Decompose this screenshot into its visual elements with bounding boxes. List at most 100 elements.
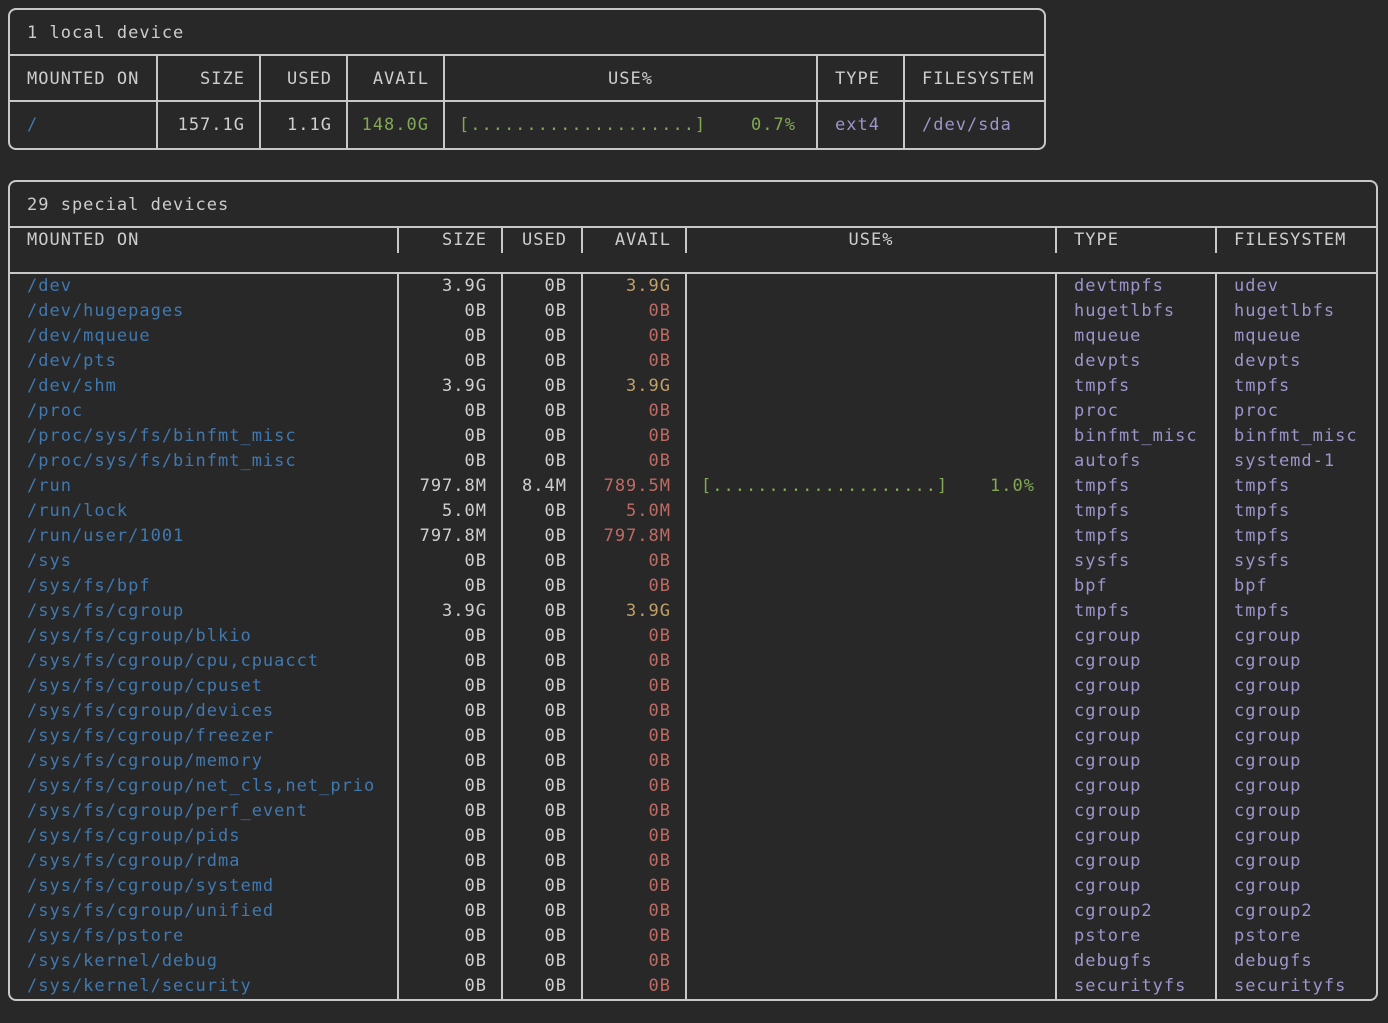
use-percent-cell [687, 799, 1057, 824]
type-cell: cgroup [1057, 724, 1217, 749]
table-row: / 157.1G 1.1G 148.0G [..................… [10, 102, 1044, 148]
mounted-on-cell: /sys/fs/pstore [10, 924, 399, 949]
local-devices-title: 1 local device [10, 10, 1044, 56]
filesystem-cell: tmpfs [1217, 374, 1376, 399]
avail-cell: 0B [583, 724, 687, 749]
avail-cell: 0B [583, 749, 687, 774]
size-cell: 0B [399, 824, 503, 849]
avail-cell: 0B [583, 624, 687, 649]
table-row: /dev/hugepages 0B 0B 0B hugetlbfs hugetl… [10, 299, 1376, 324]
avail-cell: 0B [583, 574, 687, 599]
type-cell: cgroup [1057, 749, 1217, 774]
table-row: /dev/mqueue 0B 0B 0B mqueue mqueue [10, 324, 1376, 349]
type-cell: securityfs [1057, 974, 1217, 999]
used-cell: 0B [503, 774, 583, 799]
avail-cell: 0B [583, 924, 687, 949]
used-cell: 0B [503, 499, 583, 524]
filesystem-cell: udev [1217, 274, 1376, 299]
filesystem-cell: cgroup [1217, 624, 1376, 649]
avail-cell: 0B [583, 799, 687, 824]
used-cell: 0B [503, 824, 583, 849]
size-cell: 0B [399, 299, 503, 324]
size-cell: 0B [399, 424, 503, 449]
filesystem-cell: cgroup [1217, 674, 1376, 699]
use-percent-cell [687, 724, 1057, 749]
mounted-on-cell: /sys/fs/cgroup/unified [10, 899, 399, 924]
avail-cell: 0B [583, 849, 687, 874]
filesystem-cell: cgroup [1217, 649, 1376, 674]
avail-cell: 3.9G [583, 274, 687, 299]
mounted-on-cell: /dev/mqueue [10, 324, 399, 349]
used-cell: 0B [503, 974, 583, 999]
used-cell: 0B [503, 574, 583, 599]
filesystem-cell: securityfs [1217, 974, 1376, 999]
size-cell: 5.0M [399, 499, 503, 524]
size-cell: 3.9G [399, 599, 503, 624]
use-percent-cell [687, 449, 1057, 474]
use-percent-cell: [....................] 1.0% [687, 474, 1057, 499]
size-cell: 3.9G [399, 274, 503, 299]
mounted-on-cell: /run [10, 474, 399, 499]
used-cell: 0B [503, 274, 583, 299]
header-used: USED [503, 228, 583, 253]
filesystem-cell: cgroup [1217, 824, 1376, 849]
use-percent-cell [687, 574, 1057, 599]
avail-cell: 0B [583, 699, 687, 724]
used-cell: 8.4M [503, 474, 583, 499]
filesystem-cell: devpts [1217, 349, 1376, 374]
table-row: /proc 0B 0B 0B proc proc [10, 399, 1376, 424]
table-row: /sys/fs/cgroup/cpu,cpuacct 0B 0B 0B cgro… [10, 649, 1376, 674]
table-row: /sys/fs/cgroup/pids 0B 0B 0B cgroup cgro… [10, 824, 1376, 849]
table-row: /sys/fs/cgroup/systemd 0B 0B 0B cgroup c… [10, 874, 1376, 899]
use-percent-cell [687, 524, 1057, 549]
mounted-on-cell: /sys/fs/cgroup [10, 599, 399, 624]
size-cell: 0B [399, 699, 503, 724]
size-cell: 797.8M [399, 524, 503, 549]
size-cell: 0B [399, 324, 503, 349]
mounted-on-cell: /proc/sys/fs/binfmt_misc [10, 424, 399, 449]
header-use-percent: USE% [687, 228, 1057, 253]
header-size: SIZE [399, 228, 503, 253]
avail-cell: 0B [583, 549, 687, 574]
table-row: /sys/fs/cgroup/memory 0B 0B 0B cgroup cg… [10, 749, 1376, 774]
used-cell: 0B [503, 699, 583, 724]
type-cell: cgroup [1057, 699, 1217, 724]
filesystem-cell: debugfs [1217, 949, 1376, 974]
filesystem-cell: mqueue [1217, 324, 1376, 349]
special-devices-title: 29 special devices [10, 182, 1376, 228]
header-filesystem: FILESYSTEM [905, 56, 1044, 100]
avail-cell: 3.9G [583, 599, 687, 624]
used-cell: 0B [503, 899, 583, 924]
mounted-on-cell: /proc/sys/fs/binfmt_misc [10, 449, 399, 474]
table-row: /dev/pts 0B 0B 0B devpts devpts [10, 349, 1376, 374]
used-cell: 0B [503, 649, 583, 674]
table-row: /proc/sys/fs/binfmt_misc 0B 0B 0B binfmt… [10, 424, 1376, 449]
use-percent-cell [687, 949, 1057, 974]
avail-cell: 0B [583, 449, 687, 474]
type-cell: mqueue [1057, 324, 1217, 349]
type-cell: tmpfs [1057, 499, 1217, 524]
special-devices-table: 29 special devices MOUNTED ON SIZE USED … [8, 180, 1378, 1001]
size-cell: 0B [399, 924, 503, 949]
type-cell: tmpfs [1057, 524, 1217, 549]
used-cell: 0B [503, 399, 583, 424]
terminal-screen: { "colors": { "background": "#282828", "… [0, 0, 1388, 1023]
type-cell: cgroup [1057, 674, 1217, 699]
avail-cell: 0B [583, 399, 687, 424]
avail-cell: 148.0G [348, 102, 445, 148]
size-cell: 0B [399, 899, 503, 924]
table-row: /sys/kernel/security 0B 0B 0B securityfs… [10, 974, 1376, 999]
filesystem-cell: bpf [1217, 574, 1376, 599]
avail-cell: 0B [583, 324, 687, 349]
used-cell: 0B [503, 749, 583, 774]
avail-cell: 0B [583, 824, 687, 849]
header-mounted-on: MOUNTED ON [10, 56, 158, 100]
filesystem-cell: cgroup [1217, 849, 1376, 874]
use-percent-cell [687, 299, 1057, 324]
avail-cell: 3.9G [583, 374, 687, 399]
mounted-on-cell: /proc [10, 399, 399, 424]
use-percent-cell [687, 649, 1057, 674]
size-cell: 797.8M [399, 474, 503, 499]
type-cell: bpf [1057, 574, 1217, 599]
table-row: /proc/sys/fs/binfmt_misc 0B 0B 0B autofs… [10, 449, 1376, 474]
